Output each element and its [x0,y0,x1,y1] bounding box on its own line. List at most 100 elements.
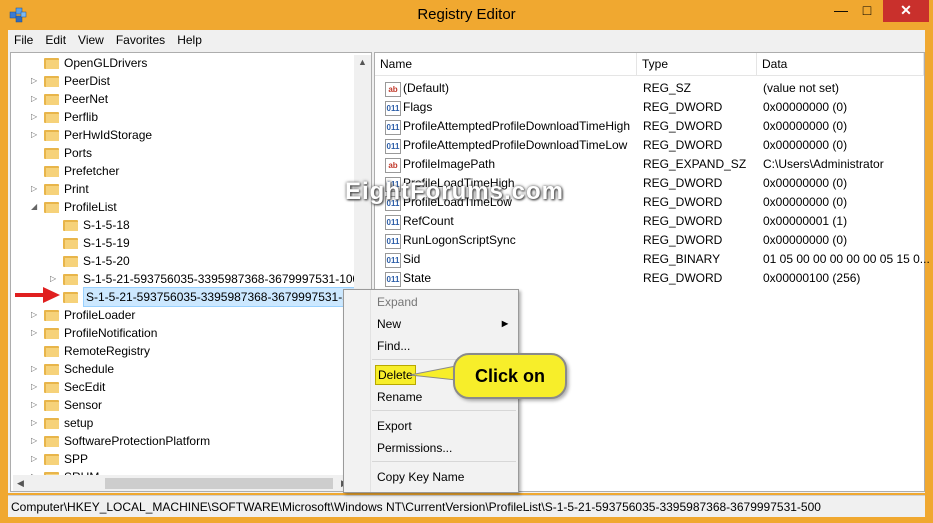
folder-icon [44,435,59,447]
tree-item[interactable]: ▷ setup [11,414,354,432]
close-button[interactable]: ✕ [883,0,929,22]
value-row[interactable]: 011 RunLogonScriptSync REG_DWORD 0x00000000… [375,231,924,250]
expander-icon[interactable]: ▷ [31,324,41,342]
value-row[interactable]: 011 ProfileAttemptedProfileDownloadTimeHi… [375,117,924,136]
value-name: ProfileAttemptedProfileDownloadTimeHigh [403,119,630,133]
tree-item[interactable]: ▷ ProfileNotification [11,324,354,342]
value-data: 0x00000000 (0) [763,176,848,190]
tree-item[interactable]: Prefetcher [11,162,354,180]
tree-item[interactable]: Ports [11,144,354,162]
callout-pointer [410,365,457,381]
folder-icon [44,147,59,159]
value-data: 01 05 00 00 00 00 00 05 15 0... [763,252,930,266]
binary-value-icon: 011 [385,272,401,287]
expander-icon[interactable]: ◢ [31,198,41,216]
folder-icon [44,309,59,321]
tree-item[interactable]: ▷ S-1-5-21-593756035-3395987368-367999753… [11,270,366,288]
tree-item[interactable]: ▷ Perflib [11,108,354,126]
tree-item-label: SoftwareProtectionPlatform [64,434,211,448]
status-bar-path: Computer\HKEY_LOCAL_MACHINE\SOFTWARE\Mic… [8,495,925,517]
tree-item[interactable]: ▷ ProfileLoader [11,306,354,324]
tree-item[interactable]: ▷ SecEdit [11,378,354,396]
folder-icon [44,165,59,177]
menu-item-permissions[interactable]: Permissions... [344,437,518,459]
tree-item[interactable]: ▷ SoftwareProtectionPlatform [11,432,354,450]
value-name: ProfileAttemptedProfileDownloadTimeLow [403,138,628,152]
expander-icon[interactable]: ▷ [31,396,41,414]
menu-file[interactable]: File [8,30,39,50]
tree-item[interactable]: ▷ Print [11,180,354,198]
value-row[interactable]: ab (Default) REG_SZ (value not set) [375,79,924,98]
value-type: REG_DWORD [643,214,723,228]
menu-item-new[interactable]: New ▶ [344,313,518,335]
tree-item-label: Prefetcher [64,164,120,178]
key-tree[interactable]: OpenGLDrivers ▷ PeerDist ▷ PeerNet ▷ Perflib ▷ P… [10,52,372,492]
tree-item[interactable]: ▷ PeerNet [11,90,354,108]
folder-icon [44,381,59,393]
value-row[interactable]: 011 Flags REG_DWORD 0x00000000 (0) [375,98,924,117]
menu-item-expand[interactable]: Expand [344,291,518,313]
expander-icon[interactable]: ▷ [31,414,41,432]
value-data: 0x00000100 (256) [763,271,861,285]
value-row[interactable]: 011 ProfileAttemptedProfileDownloadTimeLo… [375,136,924,155]
folder-icon [44,327,59,339]
value-row[interactable]: ab ProfileImagePath REG_EXPAND_SZ C:\Users\… [375,155,924,174]
folder-icon [44,363,59,375]
expander-icon[interactable]: ▷ [31,126,41,144]
scroll-thumb[interactable] [105,478,333,489]
expander-icon[interactable]: ▷ [31,450,41,468]
column-header-name[interactable]: Name [375,53,637,75]
tree-item[interactable]: ▷ Schedule [11,360,354,378]
value-row[interactable]: 011 RefCount REG_DWORD 0x00000001 (1) [375,212,924,231]
tree-item[interactable]: S-1-5-19 [11,234,354,252]
tree-item[interactable]: ▷ Sensor [11,396,354,414]
expander-icon[interactable]: ▷ [31,432,41,450]
expander-icon[interactable]: ▷ [31,90,41,108]
scroll-up-icon[interactable]: ▲ [358,57,367,67]
expander-icon[interactable]: ▷ [31,378,41,396]
tree-horizontal-scrollbar[interactable]: ◀ ▶ [13,475,354,491]
value-data: 0x00000000 (0) [763,100,848,114]
value-name: ProfileImagePath [403,157,496,171]
expander-icon[interactable]: ▷ [31,180,41,198]
value-row[interactable]: 011 State REG_DWORD 0x00000100 (256) [375,269,924,288]
maximize-button[interactable]: □ [852,0,882,22]
title-bar[interactable]: Registry Editor — □ ✕ [0,0,933,30]
value-name: (Default) [403,81,450,95]
binary-value-icon: 011 [385,234,401,249]
value-row[interactable]: 011 Sid REG_BINARY 01 05 00 00 00 00 00 05 … [375,250,930,269]
folder-icon [44,111,59,123]
tree-item-label: ProfileLoader [64,308,136,322]
tree-item[interactable]: OpenGLDrivers [11,54,354,72]
tree-item[interactable]: ▷ PerHwIdStorage [11,126,354,144]
menu-item-export[interactable]: Export [344,415,518,437]
menu-item-copy-key-name[interactable]: Copy Key Name [344,466,518,488]
folder-icon [44,183,59,195]
tree-item-label: Perflib [64,110,99,124]
expander-icon[interactable]: ▷ [31,72,41,90]
tree-item[interactable]: ▷ PeerDist [11,72,354,90]
expander-icon[interactable]: ▷ [31,306,41,324]
folder-icon [44,417,59,429]
menu-edit[interactable]: Edit [39,30,72,50]
tree-item[interactable]: ◢ ProfileList [11,198,354,216]
tree-item-label: OpenGLDrivers [64,56,148,70]
submenu-arrow-icon: ▶ [501,319,508,328]
expander-icon[interactable]: ▷ [31,360,41,378]
folder-icon [44,129,59,141]
tree-item[interactable]: S-1-5-20 [11,252,354,270]
tree-item[interactable]: RemoteRegistry [11,342,354,360]
folder-icon [63,237,78,249]
tree-item[interactable]: ▷ SPP [11,450,354,468]
scroll-left-icon[interactable]: ◀ [17,478,24,489]
column-header-type[interactable]: Type [637,53,757,75]
tree-item[interactable]: S-1-5-21-593756035-3395987368-3679997531… [11,287,366,307]
menu-view[interactable]: View [72,30,110,50]
folder-icon [44,453,59,465]
menu-help[interactable]: Help [171,30,208,50]
menu-favorites[interactable]: Favorites [110,30,171,50]
column-header-data[interactable]: Data [757,53,924,75]
tree-item[interactable]: S-1-5-18 [11,216,354,234]
expander-icon[interactable]: ▷ [31,108,41,126]
value-name: Sid [403,252,421,266]
